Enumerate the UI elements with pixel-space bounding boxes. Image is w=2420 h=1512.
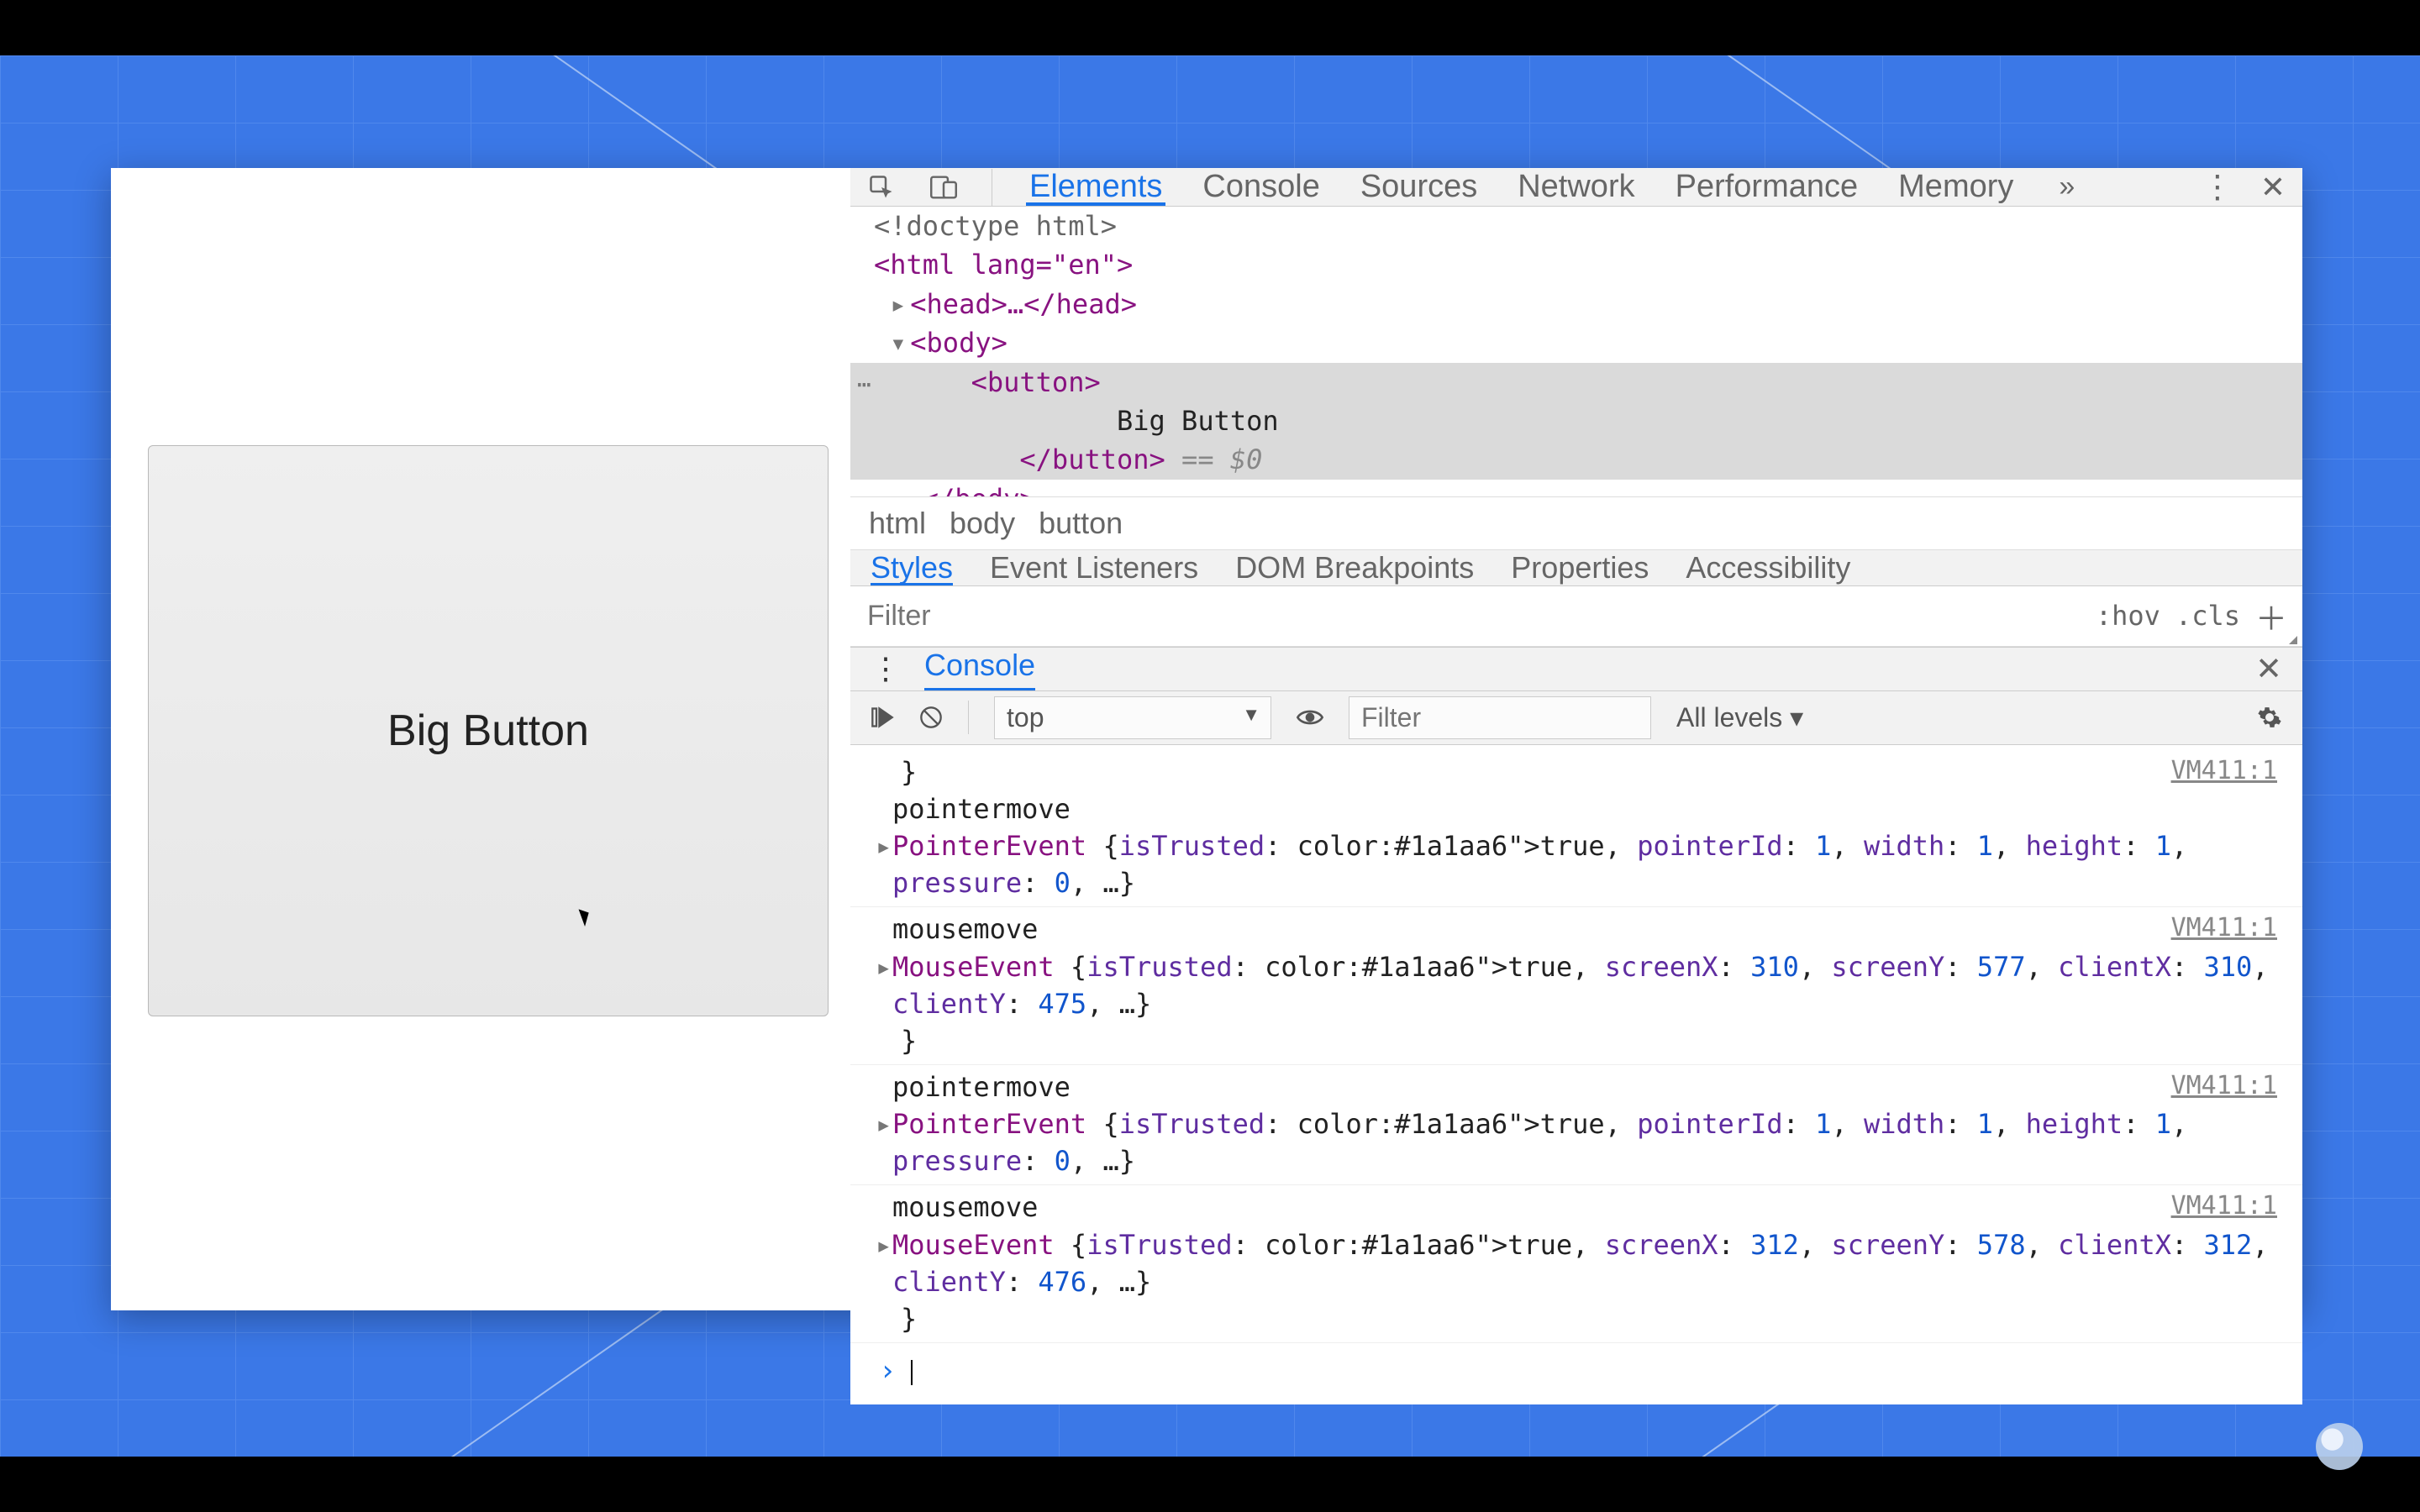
log-levels-dropdown[interactable]: All levels ▾ [1676, 701, 1803, 733]
console-drawer-tab[interactable]: Console [924, 648, 1035, 690]
elements-dom-tree[interactable]: <!doctype html> <html lang="en"> ▸<head>… [850, 207, 2302, 496]
tab-performance[interactable]: Performance [1672, 168, 1862, 206]
subtab-event-listeners[interactable]: Event Listeners [990, 550, 1198, 585]
tab-memory[interactable]: Memory [1895, 168, 2017, 206]
dom-body-close: </body> [923, 483, 1036, 496]
tab-sources[interactable]: Sources [1357, 168, 1481, 206]
console-filter-input[interactable] [1349, 696, 1651, 739]
console-settings-icon[interactable] [2257, 705, 2282, 730]
source-link[interactable]: VM411:1 [2171, 1068, 2277, 1103]
console-toolbar: top All levels ▾ [850, 691, 2302, 745]
devtools-panel: Elements Console Sources Network Performance… [850, 168, 2302, 1310]
styles-filter-input[interactable] [865, 599, 2096, 633]
console-prompt[interactable]: › [850, 1343, 2302, 1404]
inspect-element-icon[interactable] [867, 173, 896, 202]
console-output[interactable]: }VM411:1pointermove▸PointerEvent {isTrus… [850, 745, 2302, 1404]
log-entry[interactable]: }VM411:1pointermove▸PointerEvent {isTrus… [850, 750, 2302, 908]
log-entry[interactable]: VM411:1mousemove▸MouseEvent {isTrusted: … [850, 907, 2302, 1065]
subtab-styles[interactable]: Styles [871, 550, 953, 585]
styles-subtabs: Styles Event Listeners DOM Breakpoints Prop… [850, 550, 2302, 586]
log-entry[interactable]: VM411:1mousemove▸MouseEvent {isTrusted: … [850, 1185, 2302, 1343]
crumb-body[interactable]: body [950, 506, 1015, 541]
close-drawer-icon[interactable]: ✕ [2255, 650, 2282, 688]
source-link[interactable]: VM411:1 [2171, 753, 2277, 788]
device-toggle-icon[interactable] [929, 173, 958, 202]
dom-body-open[interactable]: <body> [910, 327, 1007, 359]
big-button[interactable]: Big Button [148, 445, 829, 1016]
crumb-html[interactable]: html [869, 506, 926, 541]
dom-doctype: <!doctype html> [874, 210, 1117, 242]
rendered-page: Big Button [111, 168, 850, 1310]
dom-button-text: Big Button [1117, 405, 1279, 437]
crumb-button[interactable]: button [1039, 506, 1123, 541]
big-button-label: Big Button [387, 706, 589, 756]
subtab-dom-breakpoints[interactable]: DOM Breakpoints [1235, 550, 1474, 585]
tabs-overflow-icon[interactable]: » [2059, 171, 2075, 203]
styles-filter-row: :hov .cls ＋ [850, 586, 2302, 647]
log-entry[interactable]: VM411:1pointermove▸PointerEvent {isTrust… [850, 1065, 2302, 1185]
tab-elements[interactable]: Elements [1026, 168, 1165, 206]
dom-head[interactable]: <head>…</head> [910, 288, 1137, 320]
tab-network[interactable]: Network [1514, 168, 1638, 206]
tab-console[interactable]: Console [1199, 168, 1323, 206]
dom-html-open[interactable]: <html lang="en"> [874, 249, 1133, 281]
dom-eq0: == $0 [1165, 444, 1263, 475]
clear-console-icon[interactable] [919, 706, 943, 729]
new-style-rule-icon[interactable]: ＋ [2255, 593, 2287, 639]
subtab-accessibility[interactable]: Accessibility [1686, 550, 1850, 585]
console-drawer-header: ⋮ Console ✕ [850, 647, 2302, 691]
dom-button-open: <button> [971, 366, 1101, 398]
kebab-menu-icon[interactable]: ⋮ [2202, 168, 2232, 206]
context-selector[interactable]: top [994, 696, 1271, 739]
dom-breadcrumb: html body button [850, 496, 2302, 550]
app-window: Big Button ElementsConsoleSourcesNetwor [111, 168, 2302, 1310]
dom-selected-node[interactable]: ⋯ <button> Big Button </button> == $0 [850, 363, 2302, 480]
cls-toggle[interactable]: .cls [2175, 600, 2240, 632]
source-link[interactable]: VM411:1 [2171, 1189, 2277, 1223]
hov-toggle[interactable]: :hov [2096, 600, 2160, 632]
subtab-properties[interactable]: Properties [1511, 550, 1649, 585]
dom-button-close: </button> [1019, 444, 1165, 475]
close-devtools-icon[interactable]: ✕ [2260, 170, 2286, 205]
step-execution-icon[interactable] [871, 706, 894, 729]
drawer-kebab-icon[interactable]: ⋮ [871, 651, 899, 686]
source-link[interactable]: VM411:1 [2171, 911, 2277, 945]
live-expression-eye-icon[interactable] [1297, 707, 1323, 727]
chrome-logo-icon [2316, 1423, 2363, 1470]
devtools-tabbar: Elements Console Sources Network Performance… [850, 168, 2302, 207]
